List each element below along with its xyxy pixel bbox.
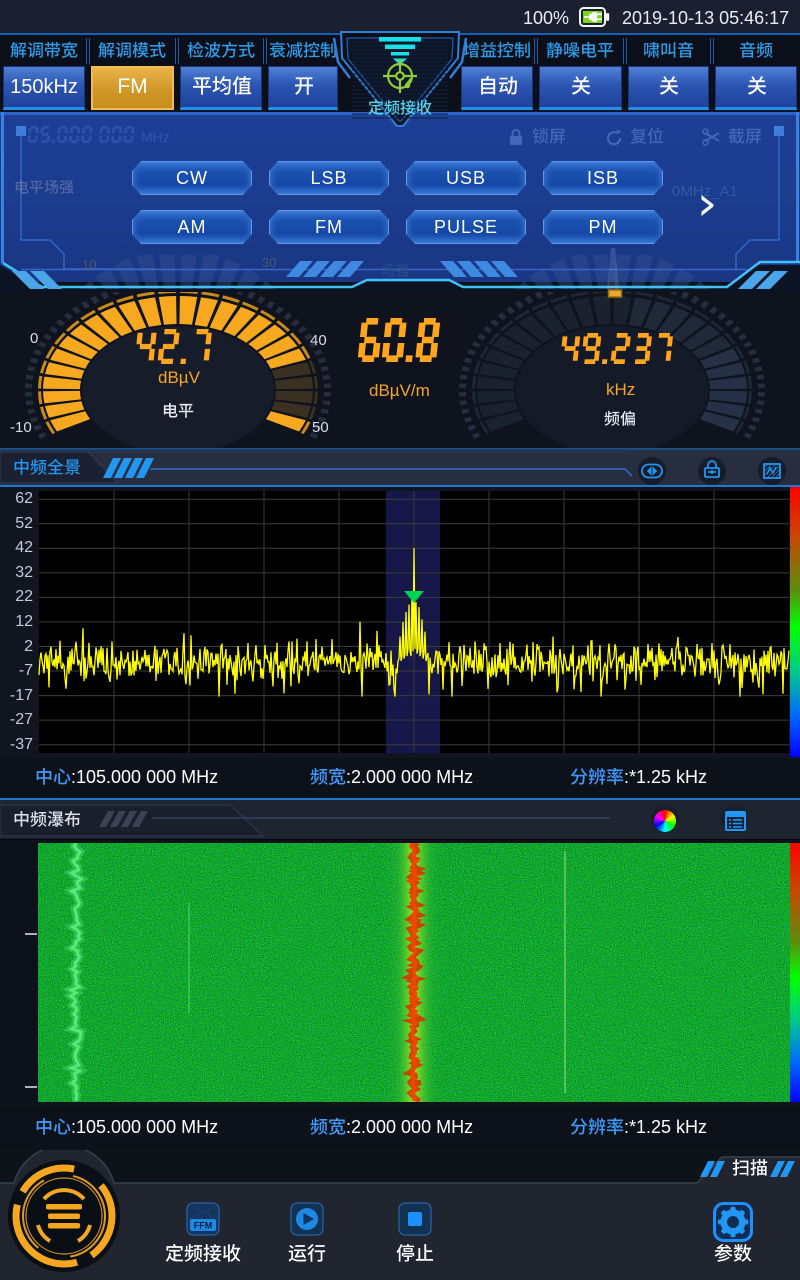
svg-text:30: 30: [262, 255, 276, 270]
svg-text:FFM: FFM: [194, 1221, 213, 1231]
svg-text:10: 10: [82, 257, 96, 272]
